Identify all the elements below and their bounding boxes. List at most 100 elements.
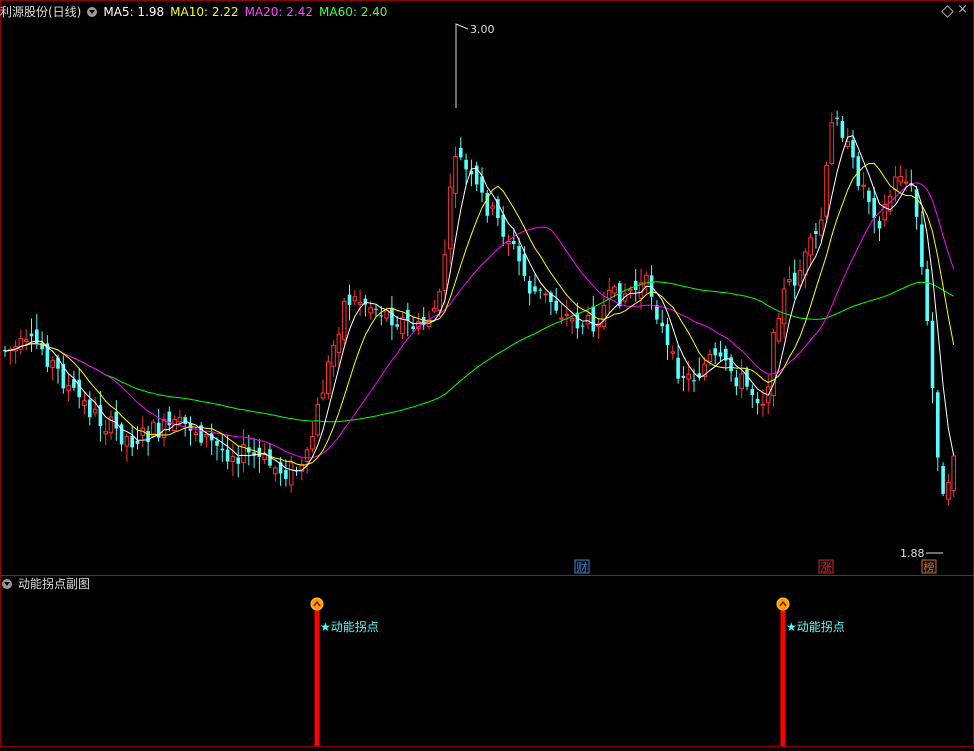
candle-body	[490, 205, 495, 209]
candle-body	[951, 455, 957, 491]
signal-bar	[780, 608, 786, 746]
stock-title: 利源股份(日线)	[0, 5, 82, 19]
candle-body	[146, 431, 150, 443]
candle-body	[750, 389, 755, 395]
candle-body	[936, 392, 940, 458]
candle-body	[941, 466, 945, 494]
sub-panel-header: 动能拐点副图	[0, 574, 96, 594]
candle-body	[220, 448, 225, 451]
candle-body	[660, 322, 664, 327]
candle-body	[288, 462, 294, 486]
candle-body	[400, 317, 405, 335]
candle-body	[230, 456, 236, 462]
candle-body	[851, 140, 855, 158]
candle-body	[818, 219, 824, 236]
candle-body	[183, 417, 187, 424]
candle-body	[326, 361, 331, 395]
signal-marker-icon	[776, 597, 790, 611]
candle-body	[374, 308, 378, 310]
candle-body	[776, 318, 782, 342]
candle-body	[591, 306, 596, 332]
candle-body	[50, 359, 56, 369]
candle-body	[543, 293, 548, 296]
high-price-label: 3.00	[470, 23, 495, 36]
candle-body	[464, 159, 468, 170]
main-panel-header: 利源股份(日线) MA5: 1.98 MA10: 2.22 MA20: 2.42 MA6…	[0, 2, 393, 22]
candle-body	[893, 176, 898, 191]
candle-body	[538, 289, 543, 291]
close-icon[interactable]: ×	[957, 2, 968, 17]
candle-body	[310, 436, 315, 450]
candle-body	[606, 289, 612, 300]
ma10-label: MA10: 2.22	[170, 5, 239, 19]
candle-body	[554, 300, 558, 311]
signal-marker-icon	[310, 597, 324, 611]
candle-body	[585, 314, 591, 325]
candle-body	[103, 431, 109, 435]
candle-body	[512, 240, 516, 245]
candle-body	[760, 403, 766, 406]
candle-body	[82, 400, 87, 406]
candle-body	[517, 246, 521, 262]
candle-body	[564, 313, 570, 316]
candle-body	[379, 315, 384, 317]
ma10-line	[4, 162, 955, 466]
candle-body	[792, 272, 797, 286]
candle-body	[453, 156, 458, 194]
candle-body	[357, 302, 363, 305]
candle-body	[501, 214, 505, 237]
candle-body	[559, 317, 564, 320]
candle-body	[877, 221, 882, 229]
signal-label: ★动能拐点	[786, 619, 845, 634]
candle-body	[130, 435, 134, 448]
candle-body	[432, 307, 437, 312]
indicator-menu-icon[interactable]	[87, 7, 98, 17]
candle-body	[527, 280, 532, 294]
candle-body	[867, 190, 871, 203]
candle-body	[601, 304, 607, 328]
sub-menu-icon[interactable]	[2, 579, 12, 589]
candle-body	[872, 197, 876, 218]
candle-body	[459, 147, 463, 158]
candle-body	[930, 320, 935, 389]
candle-body	[692, 380, 696, 382]
candle-body	[447, 186, 453, 250]
candle-body	[797, 270, 803, 286]
ma20-line	[4, 182, 955, 459]
kline-chart[interactable]: 3.00 1.88 财 涨 榜 ★动能拐点 ★动能拐点	[0, 0, 974, 747]
candle-body	[336, 333, 342, 353]
candle-body	[304, 449, 310, 462]
candle-body	[193, 432, 199, 436]
candle-body	[215, 440, 219, 446]
candle-body	[655, 305, 659, 320]
candle-body	[29, 333, 34, 337]
candle-body	[946, 481, 951, 500]
candle-body	[522, 254, 527, 276]
candle-body	[35, 329, 39, 345]
candle-body	[781, 288, 787, 325]
candle-body	[135, 440, 140, 444]
candle-body	[88, 399, 92, 418]
candle-body	[644, 274, 649, 288]
candle-body	[66, 385, 71, 391]
candle-body	[395, 324, 399, 327]
sub-panel-title: 动能拐点副图	[18, 577, 91, 591]
candle-body	[681, 375, 686, 378]
candle-body	[670, 351, 676, 354]
candle-body	[808, 237, 813, 256]
ma20-label: MA20: 2.42	[244, 5, 313, 19]
candle-body	[920, 224, 924, 267]
candle-body	[18, 337, 24, 350]
ma5-label: MA5: 1.98	[103, 5, 165, 19]
candle-body	[236, 457, 240, 464]
candle-body	[739, 373, 745, 390]
candle-body	[840, 121, 845, 138]
candle-body	[861, 184, 866, 187]
event-badge-text: 榜	[924, 560, 935, 574]
candle-body	[755, 398, 760, 404]
candle-body	[925, 269, 929, 321]
event-badge-text: 财	[577, 560, 588, 574]
candle-body	[734, 377, 739, 387]
candle-body	[824, 164, 829, 217]
candle-body	[829, 122, 835, 165]
